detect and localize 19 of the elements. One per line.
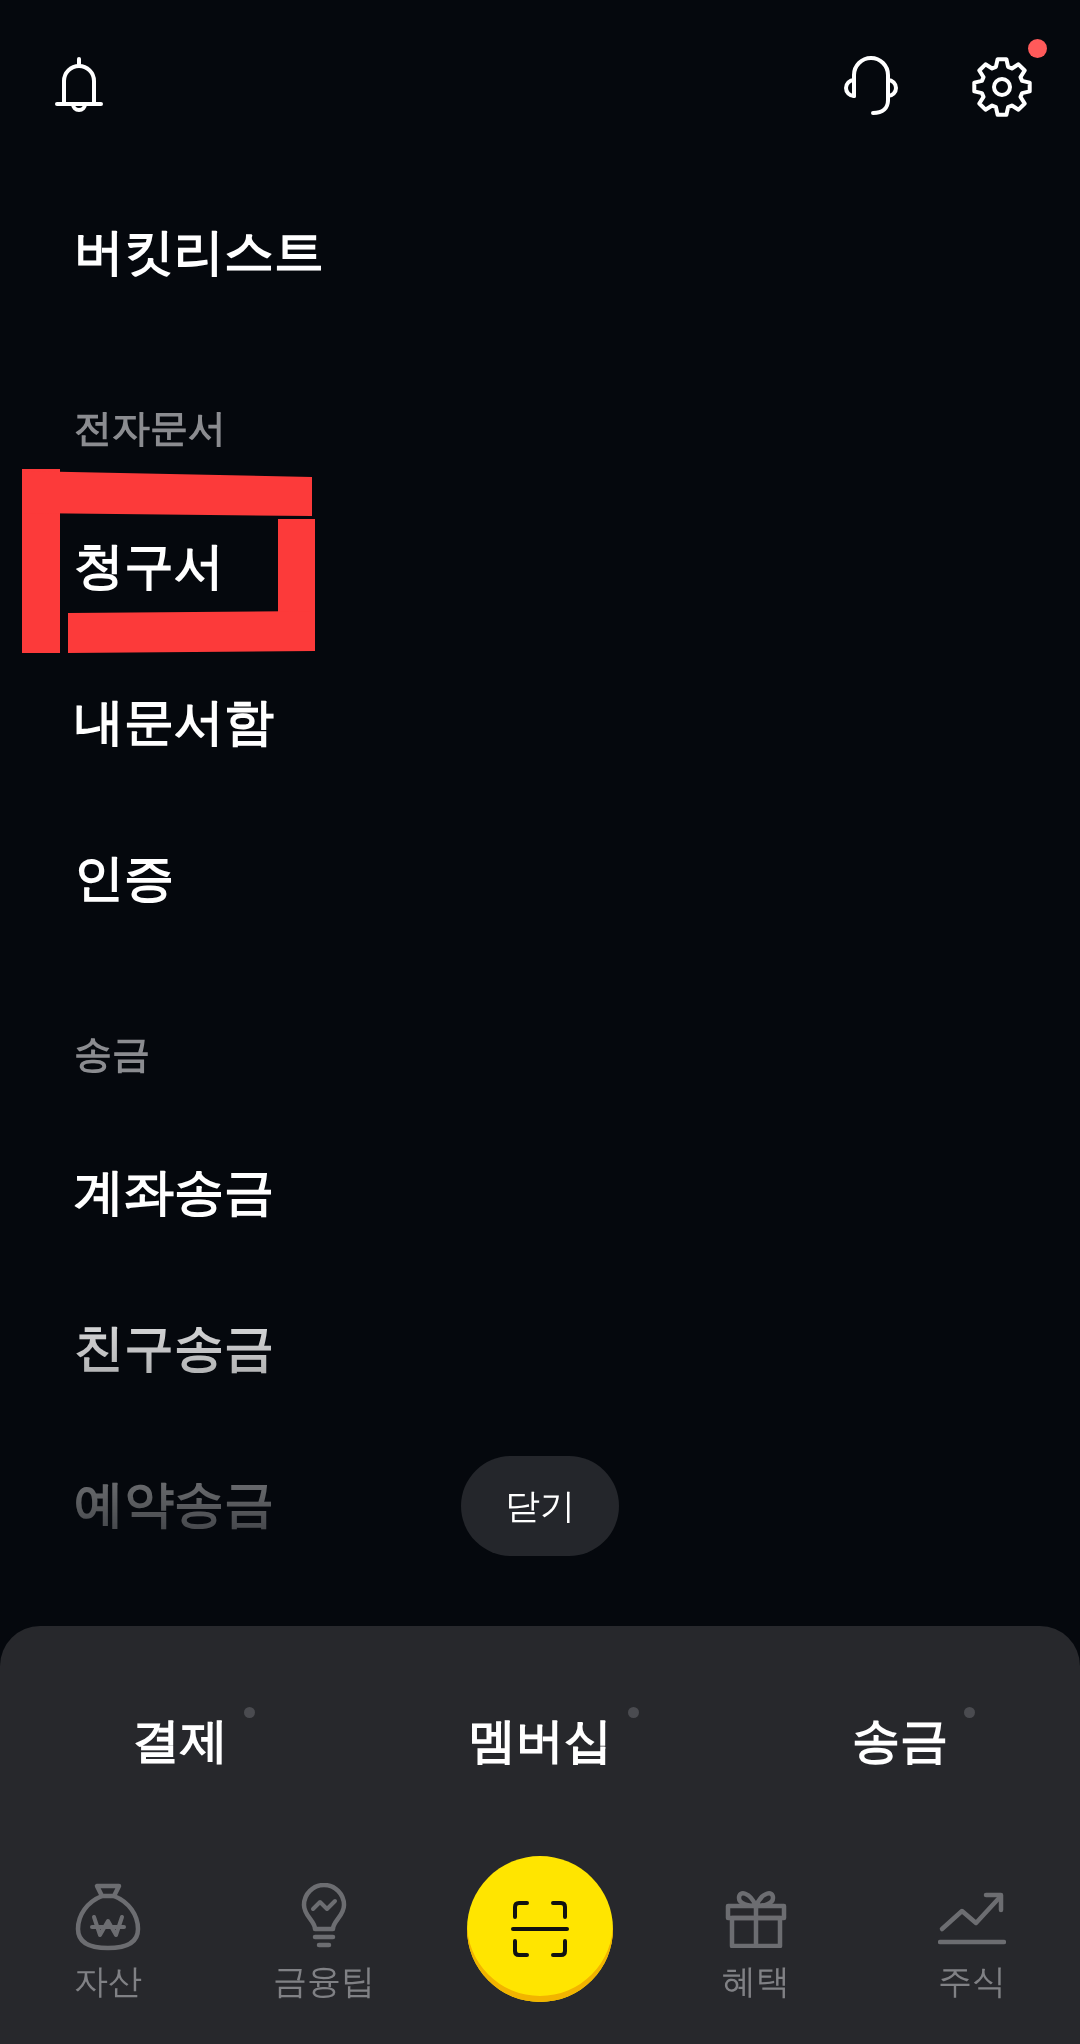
shortcut-tab[interactable]: 멤버십 — [468, 1712, 612, 1770]
menu-item[interactable]: 계좌송금 — [74, 1162, 274, 1222]
menu-item[interactable]: 내문서함 — [74, 692, 274, 752]
menu-item[interactable]: 인증 — [74, 848, 174, 908]
section-header: 전자문서 — [74, 406, 226, 452]
close-button[interactable]: 닫기 — [461, 1456, 619, 1556]
shortcut-tab[interactable]: 송금 — [852, 1712, 948, 1770]
menu-item[interactable]: 버킷리스트 — [74, 222, 324, 282]
section-header: 송금 — [74, 1032, 150, 1078]
scan-icon — [511, 1899, 569, 1959]
money-bag-icon — [75, 1883, 141, 1951]
settings-icon[interactable] — [971, 56, 1033, 118]
nav-tab[interactable]: 혜택 — [716, 1856, 796, 2001]
shortcut-tab[interactable]: 결제 — [132, 1712, 228, 1770]
nav-tab[interactable]: 자산 — [68, 1856, 148, 2001]
nav-tab[interactable]: 주식 — [932, 1856, 1012, 2001]
nav-tab[interactable]: 금융팁 — [267, 1856, 381, 2001]
menu-item[interactable]: 청구서 — [74, 536, 224, 596]
menu-item[interactable]: 친구송금 — [74, 1318, 274, 1378]
